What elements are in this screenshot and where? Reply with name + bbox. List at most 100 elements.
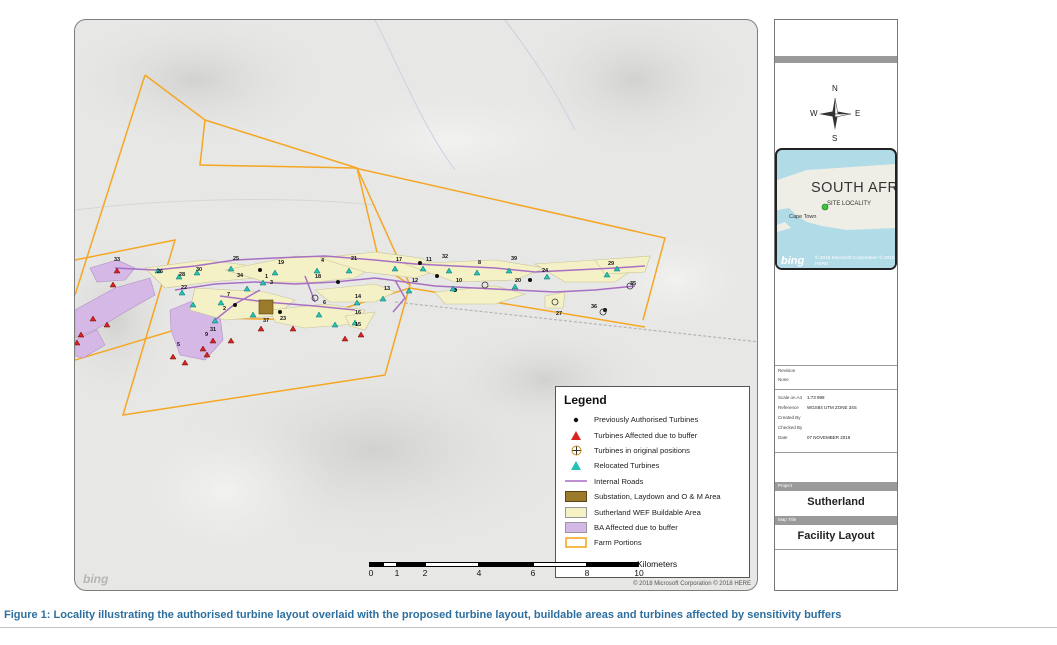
map-legend: Legend Previously Authorised Turbines Tu… bbox=[555, 386, 750, 578]
label-6: 6 bbox=[323, 300, 326, 306]
bing-logo: bing bbox=[83, 572, 109, 586]
label-15: 15 bbox=[355, 322, 361, 328]
label-16: 16 bbox=[355, 310, 361, 316]
label-11: 11 bbox=[426, 257, 432, 263]
legend-item-authorised: Previously Authorised Turbines bbox=[564, 412, 741, 427]
scale-tick: 4 bbox=[476, 568, 482, 578]
scale-seg bbox=[397, 562, 425, 567]
legend-item-relocated: Relocated Turbines bbox=[564, 458, 741, 473]
substation-area bbox=[258, 299, 274, 315]
legend-title: Legend bbox=[564, 393, 607, 407]
teal-triangle-icon bbox=[564, 459, 588, 472]
compass-e: E bbox=[855, 109, 861, 118]
scale-tick: 2 bbox=[422, 568, 428, 578]
label-13: 13 bbox=[384, 286, 390, 292]
scale-seg bbox=[369, 562, 383, 567]
inset-bing-logo: bing bbox=[781, 255, 805, 267]
scale-seg bbox=[425, 562, 479, 567]
scale-unit: Kilometers bbox=[637, 559, 678, 569]
inset-copyright: © 2018 Microsoft Corporation © 2018 HERE bbox=[815, 256, 895, 267]
label-7: 7 bbox=[227, 292, 230, 298]
cross-circle-icon bbox=[564, 444, 588, 457]
legend-item-substation: Substation, Laydown and O & M Area bbox=[564, 489, 741, 504]
label-24: 24 bbox=[542, 268, 549, 274]
compass-w: W bbox=[810, 109, 818, 118]
title-block-panel: N S E W SOUTH AFRI SITE LOCALITY Cape To… bbox=[774, 19, 898, 591]
inset-site-label: SITE LOCALITY bbox=[827, 201, 872, 207]
lavender-fill-icon bbox=[564, 521, 588, 534]
label-34: 34 bbox=[237, 273, 244, 279]
compass-n: N bbox=[832, 84, 838, 93]
north-arrow: N S E W bbox=[775, 84, 897, 144]
label-37: 37 bbox=[263, 318, 269, 324]
created-label: Created By bbox=[778, 415, 801, 420]
label-22: 22 bbox=[181, 285, 187, 291]
label-39: 39 bbox=[511, 256, 517, 262]
label-8: 8 bbox=[478, 260, 481, 266]
label-28: 28 bbox=[179, 272, 185, 278]
black-dot-icon bbox=[564, 413, 588, 426]
cream-fill-icon bbox=[564, 506, 588, 519]
label-21: 21 bbox=[351, 256, 357, 262]
legend-item-farm: Farm Portions bbox=[564, 535, 741, 550]
label-3: 3 bbox=[270, 280, 273, 286]
checked-label: Checked By bbox=[778, 425, 803, 430]
date-value: 07 NOVEMBER 2019 bbox=[807, 435, 851, 440]
scale-seg bbox=[587, 562, 639, 567]
scale-seg bbox=[533, 562, 587, 567]
divider bbox=[775, 452, 897, 453]
scale-tick: 1 bbox=[394, 568, 400, 578]
revision-label: Revision bbox=[778, 368, 796, 373]
legend-item-original: Turbines in original positions bbox=[564, 443, 741, 458]
label-14: 14 bbox=[355, 294, 362, 300]
compass-s: S bbox=[832, 134, 838, 143]
map-frame[interactable]: 33 26 28 30 25 19 4 21 17 11 32 8 39 24 … bbox=[74, 19, 758, 591]
brown-fill-icon bbox=[564, 490, 588, 503]
divider bbox=[775, 389, 897, 390]
reference-label: Reference bbox=[778, 405, 799, 410]
label-33: 33 bbox=[114, 257, 120, 263]
label-17: 17 bbox=[396, 257, 402, 263]
label-36: 36 bbox=[591, 304, 597, 310]
label-23: 23 bbox=[280, 316, 286, 322]
label-31: 31 bbox=[210, 327, 216, 333]
scale-tick: 6 bbox=[530, 568, 536, 578]
inset-town-label: Cape Town bbox=[789, 214, 817, 220]
legend-item-buildable: Sutherland WEF Buildable Area bbox=[564, 504, 741, 519]
label-35: 35 bbox=[630, 281, 636, 287]
label-9: 9 bbox=[205, 332, 208, 338]
caption-rule bbox=[0, 627, 1057, 628]
purple-line-icon bbox=[564, 475, 588, 488]
legend-item-affected: Turbines Affected due to buffer bbox=[564, 427, 741, 442]
legend-item-ba-affected: BA Affected due to buffer bbox=[564, 520, 741, 535]
label-30: 30 bbox=[196, 267, 202, 273]
project-band bbox=[775, 482, 897, 491]
orange-outline-icon bbox=[564, 536, 588, 549]
map-copyright: © 2018 Microsoft Corporation © 2018 HERE bbox=[633, 581, 751, 587]
reference-value: WGS84 UTM ZONE 34S bbox=[807, 405, 857, 410]
inset-land bbox=[777, 164, 895, 268]
scale-seg bbox=[479, 562, 533, 567]
scale-label: Scale on A4 bbox=[778, 395, 803, 400]
divider bbox=[775, 549, 897, 550]
scale-tick: 10 bbox=[634, 568, 644, 578]
scale-tick: 0 bbox=[368, 568, 374, 578]
label-10: 10 bbox=[456, 278, 462, 284]
label-2: 2 bbox=[223, 306, 226, 312]
map-title-label: Map Title bbox=[778, 517, 797, 522]
label-29: 29 bbox=[608, 261, 614, 267]
legend-item-roads: Internal Roads bbox=[564, 474, 741, 489]
figure-caption: Figure 1: Locality illustrating the auth… bbox=[4, 609, 842, 621]
scale-tick: 8 bbox=[584, 568, 590, 578]
locality-inset-map[interactable]: SOUTH AFRI SITE LOCALITY Cape Town bing … bbox=[775, 148, 897, 270]
date-label: Date bbox=[778, 435, 788, 440]
project-value: Sutherland bbox=[807, 496, 865, 508]
label-25: 25 bbox=[233, 256, 239, 262]
scale-seg bbox=[383, 562, 397, 567]
label-12: 12 bbox=[412, 278, 418, 284]
project-label: Project bbox=[778, 483, 793, 488]
revision-value: None bbox=[778, 377, 789, 382]
label-18: 18 bbox=[315, 274, 321, 280]
scale-value: 1:73 998 bbox=[807, 395, 825, 400]
divider bbox=[775, 365, 897, 366]
